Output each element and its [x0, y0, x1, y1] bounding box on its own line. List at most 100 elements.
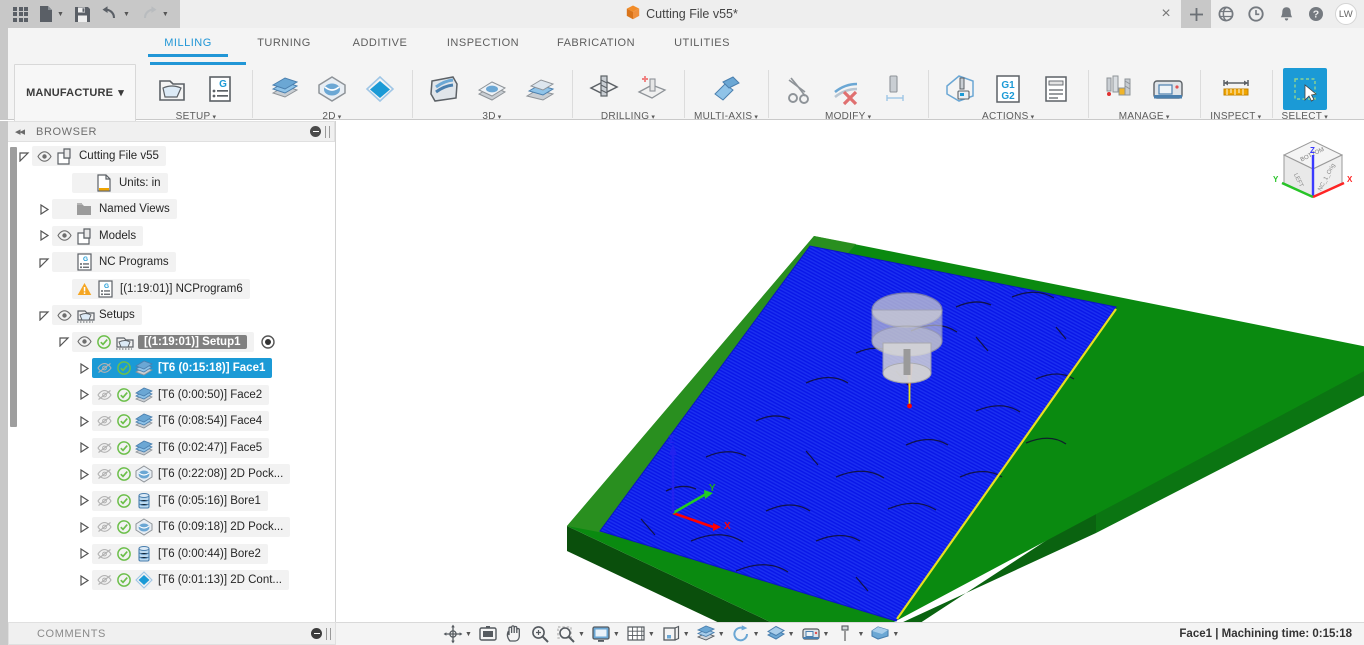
tree-item[interactable]: [T6 (0:22:08)] 2D Pock... [8, 461, 331, 488]
tree-expand-arrow[interactable] [76, 491, 92, 511]
simulate-refresh-button[interactable]: ▼ [728, 623, 763, 645]
tree-expand-arrow[interactable] [76, 517, 92, 537]
app-grid-button[interactable] [8, 0, 33, 28]
valid-toolpath-check[interactable] [114, 361, 133, 376]
valid-toolpath-check[interactable] [114, 573, 133, 588]
visibility-toggle-off[interactable] [94, 442, 114, 454]
valid-toolpath-check[interactable] [114, 467, 133, 482]
tree-expand-arrow[interactable] [16, 146, 32, 166]
visibility-toggle-off[interactable] [94, 415, 114, 427]
tree-expand-arrow[interactable] [76, 544, 92, 564]
comments-panel-header[interactable]: COMMENTS [8, 622, 336, 645]
panel-resize-handle[interactable] [325, 125, 330, 138]
tree-item[interactable]: [T6 (0:02:47)] Face5 [8, 435, 331, 462]
tree-expand-arrow[interactable] [76, 358, 92, 378]
valid-toolpath-check[interactable] [114, 546, 133, 561]
tree-expand-arrow[interactable] [76, 438, 92, 458]
post-process-button[interactable]: G1 G2 [986, 68, 1030, 110]
valid-toolpath-check[interactable] [114, 520, 133, 535]
workspace-selector[interactable]: MANUFACTURE ▾ [14, 64, 136, 122]
comments-resize-handle[interactable] [326, 627, 331, 640]
tree-expand-arrow[interactable] [36, 226, 52, 246]
tree-item[interactable]: Setups [8, 302, 331, 329]
grid-snap-button[interactable]: ▼ [623, 623, 658, 645]
visibility-toggle-off[interactable] [94, 548, 114, 560]
visibility-toggle-on[interactable] [54, 309, 74, 321]
tree-item[interactable]: [T6 (0:00:44)] Bore2 [8, 541, 331, 568]
valid-toolpath-check[interactable] [94, 334, 113, 349]
tree-item[interactable]: G [(1:19:01)] NCProgram6 [8, 276, 331, 303]
tool-library-manage-button[interactable] [1098, 68, 1142, 110]
tab-fabrication[interactable]: FABRICATION [538, 31, 654, 56]
activate-setup-button[interactable] [260, 335, 275, 349]
zoom-button[interactable] [527, 623, 553, 645]
2d-contour-button[interactable] [358, 68, 402, 110]
visibility-toggle-on[interactable] [74, 336, 94, 348]
toolpath-display-button[interactable]: ▼ [763, 623, 798, 645]
machine-display-button[interactable]: ▼ [798, 623, 833, 645]
tab-turning[interactable]: TURNING [236, 31, 332, 56]
nc-program-button[interactable]: G [198, 68, 242, 110]
tree-item[interactable]: Models [8, 223, 331, 250]
tree-expand-arrow[interactable] [76, 464, 92, 484]
tool-display-button[interactable]: ▼ [832, 623, 867, 645]
visibility-toggle-off[interactable] [94, 574, 114, 586]
tree-expand-arrow[interactable] [76, 570, 92, 590]
tree-expand-arrow[interactable] [36, 305, 52, 325]
new-document-button[interactable]: ▼ [33, 0, 69, 28]
setup-new-button[interactable] [150, 68, 194, 110]
stock-display-button[interactable]: ▼ [867, 623, 902, 645]
visibility-toggle-off[interactable] [94, 389, 114, 401]
zoom-window-button[interactable]: ▼ [553, 623, 588, 645]
face-button[interactable] [262, 68, 306, 110]
swarf-button[interactable] [704, 68, 748, 110]
add-comment-icon[interactable] [311, 628, 322, 639]
object-visibility-button[interactable]: ▼ [693, 623, 728, 645]
tree-item[interactable]: [T6 (0:01:13)] 2D Cont... [8, 567, 331, 594]
2d-pocket-button[interactable] [310, 68, 354, 110]
measure-button[interactable] [1214, 68, 1258, 110]
tree-item-selected[interactable]: [T6 (0:15:18)] Face1 [8, 355, 331, 382]
select-mode-button[interactable] [1282, 68, 1327, 110]
tree-item[interactable]: [T6 (0:09:18)] 2D Pock... [8, 514, 331, 541]
tree-item[interactable]: [T6 (0:00:50)] Face2 [8, 382, 331, 409]
tree-item-selected[interactable]: [(1:19:01)] Setup1 [8, 329, 331, 356]
adaptive-clearing-button[interactable] [422, 68, 466, 110]
refresh-status-button[interactable] [1211, 0, 1241, 28]
valid-toolpath-check[interactable] [114, 440, 133, 455]
warning-badge[interactable] [74, 282, 95, 296]
tab-utilities[interactable]: UTILITIES [654, 31, 750, 56]
collapse-all-icon[interactable] [310, 126, 321, 137]
tree-expand-arrow[interactable] [76, 411, 92, 431]
visibility-toggle-on[interactable] [54, 230, 74, 242]
visibility-toggle-off[interactable] [94, 495, 114, 507]
setup-sheet-button[interactable] [1034, 68, 1078, 110]
job-status-button[interactable] [1241, 0, 1271, 28]
tree-expand-arrow[interactable] [36, 252, 52, 272]
bore-button[interactable] [630, 68, 674, 110]
visibility-toggle-off[interactable] [94, 521, 114, 533]
delete-toolpath-button[interactable] [826, 68, 870, 110]
tree-item[interactable]: Units: in [8, 170, 331, 197]
tree-expand-arrow[interactable] [36, 199, 52, 219]
viewports-button[interactable]: ▼ [658, 623, 693, 645]
valid-toolpath-check[interactable] [114, 493, 133, 508]
tab-inspection[interactable]: INSPECTION [428, 31, 538, 56]
look-at-button[interactable] [475, 623, 501, 645]
display-settings-button[interactable]: ▼ [588, 623, 623, 645]
tree-item[interactable]: G NC Programs [8, 249, 331, 276]
tab-milling[interactable]: MILLING [140, 31, 236, 57]
collapse-panel-icon[interactable]: ◂◂ [15, 125, 25, 138]
tree-item[interactable]: Cutting File v55 [8, 143, 331, 170]
tree-item[interactable]: Named Views [8, 196, 331, 223]
visibility-toggle-off[interactable] [94, 468, 114, 480]
tree-item[interactable]: [T6 (0:08:54)] Face4 [8, 408, 331, 435]
orbit-button[interactable]: ▼ [440, 623, 475, 645]
trim-toolpath-button[interactable] [778, 68, 822, 110]
undo-button[interactable]: ▼ [96, 0, 135, 28]
machine-library-button[interactable] [1146, 68, 1190, 110]
visibility-toggle-on[interactable] [34, 150, 54, 162]
view-cube[interactable]: BOTTOM LEFT NC_1_Orig Z Y X [1270, 131, 1356, 217]
drill-button[interactable] [582, 68, 626, 110]
redo-button[interactable]: ▼ [135, 0, 174, 28]
